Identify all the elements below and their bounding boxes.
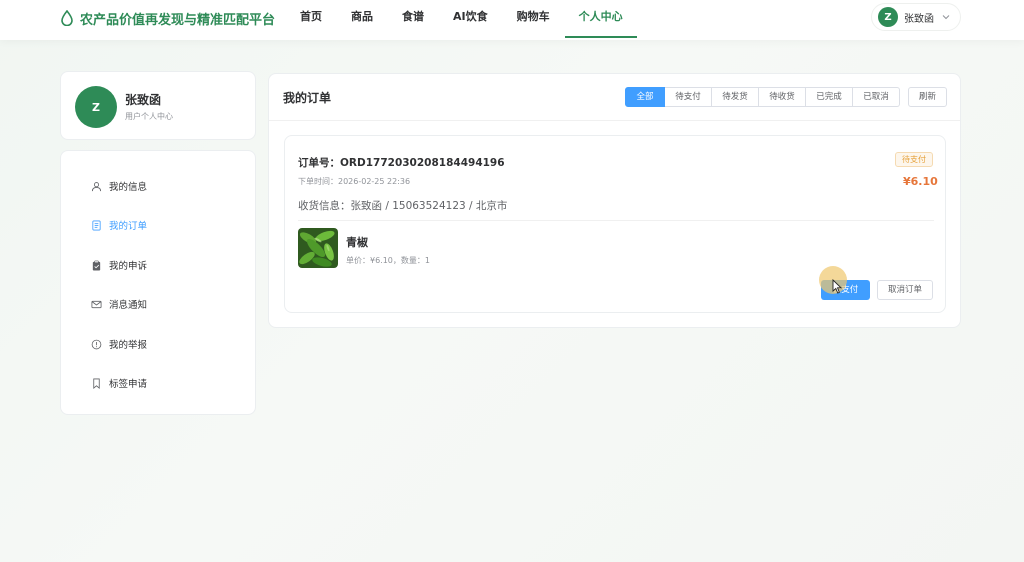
green-pepper-image (298, 228, 338, 268)
sidebar-item-notifications[interactable]: 消息通知 (91, 294, 147, 314)
order-filter-tabs: 全部 待支付 待发货 待收货 已完成 已取消 (625, 87, 900, 107)
product-name: 青椒 (346, 236, 368, 249)
nav-products[interactable]: 商品 (337, 0, 387, 38)
nav-recipes[interactable]: 食谱 (388, 0, 438, 38)
order-card: 订单号：ORD1772030208184494196 下单时间：2026-02-… (284, 135, 946, 313)
order-amount: ¥6.10 (903, 175, 938, 188)
shipping-info: 收货信息：张致函 / 15063524123 / 北京市 (298, 200, 508, 212)
nav-personal-center[interactable]: 个人中心 (564, 0, 637, 38)
document-icon (92, 220, 101, 230)
sidebar-item-my-appeals[interactable]: 我的申诉 (91, 255, 147, 275)
nav-ai-diet[interactable]: AI饮食 (439, 0, 502, 38)
nav-cart[interactable]: 购物车 (503, 0, 564, 38)
profile-avatar: Z (75, 86, 117, 128)
top-header: 农产品价值再发现与精准匹配平台 首页 商品 食谱 AI饮食 购物车 个人中心 Z… (0, 0, 1024, 40)
sidebar-item-label: 我的举报 (109, 340, 148, 351)
product-image (298, 228, 338, 268)
cancel-order-button[interactable]: 取消订单 (877, 280, 933, 300)
bookmark-icon (93, 378, 100, 389)
brand-title: 农产品价值再发现与精准匹配平台 (80, 12, 276, 28)
order-number: 订单号：ORD1772030208184494196 (298, 157, 505, 169)
profile-name: 张致函 (125, 93, 162, 107)
sidebar-item-label: 我的信息 (109, 182, 148, 193)
divider (298, 220, 934, 221)
sidebar-item-my-orders[interactable]: 我的订单 (91, 215, 147, 235)
filter-all[interactable]: 全部 (625, 87, 665, 107)
avatar: Z (878, 7, 898, 27)
filter-pending-receipt[interactable]: 待收货 (759, 87, 806, 107)
main-nav: 首页 商品 食谱 AI饮食 购物车 个人中心 (286, 0, 638, 40)
filter-cancelled[interactable]: 已取消 (853, 87, 900, 107)
order-time: 下单时间：2026-02-25 22:36 (298, 177, 411, 186)
brand[interactable]: 农产品价值再发现与精准匹配平台 (60, 0, 275, 36)
filter-pending-shipment[interactable]: 待发货 (712, 87, 759, 107)
sidebar-item-label: 我的申诉 (109, 261, 148, 272)
mouse-pointer-icon (832, 279, 842, 294)
product-price-quantity: 单价：¥6.10，数量：1 (346, 256, 430, 265)
page-title: 我的订单 (283, 91, 332, 105)
filter-pending-payment[interactable]: 待支付 (665, 87, 712, 107)
profile-card: Z 张致函 用户个人中心 (60, 71, 256, 140)
info-circle-icon (91, 339, 102, 349)
sidebar-item-tag-application[interactable]: 标签申请 (91, 373, 147, 393)
refresh-button[interactable]: 刷新 (908, 87, 947, 107)
divider (269, 120, 960, 121)
sidebar-item-label: 标签申请 (109, 379, 148, 390)
profile-subtitle: 用户个人中心 (125, 112, 173, 121)
clipboard-icon (92, 260, 101, 271)
filter-completed[interactable]: 已完成 (806, 87, 853, 107)
sidebar-item-label: 消息通知 (109, 300, 148, 311)
mail-icon (91, 300, 102, 308)
nav-home[interactable]: 首页 (286, 0, 336, 38)
sidebar-menu: 我的信息 我的订单 我的申诉 消息通知 我的举报 标签申请 (60, 150, 256, 415)
user-icon (91, 181, 102, 191)
chevron-down-icon (942, 15, 950, 20)
sidebar-item-my-reports[interactable]: 我的举报 (91, 334, 147, 354)
status-badge: 待支付 (895, 152, 933, 167)
orders-panel: 我的订单 全部 待支付 待发货 待收货 已完成 已取消 刷新 订单号：ORD17… (268, 73, 961, 328)
sidebar-item-label: 我的订单 (109, 221, 148, 232)
leaf-drop-icon (61, 10, 73, 26)
user-name: 张致函 (904, 13, 934, 25)
sidebar-item-my-info[interactable]: 我的信息 (91, 176, 147, 196)
user-menu[interactable]: Z 张致函 (871, 3, 961, 31)
